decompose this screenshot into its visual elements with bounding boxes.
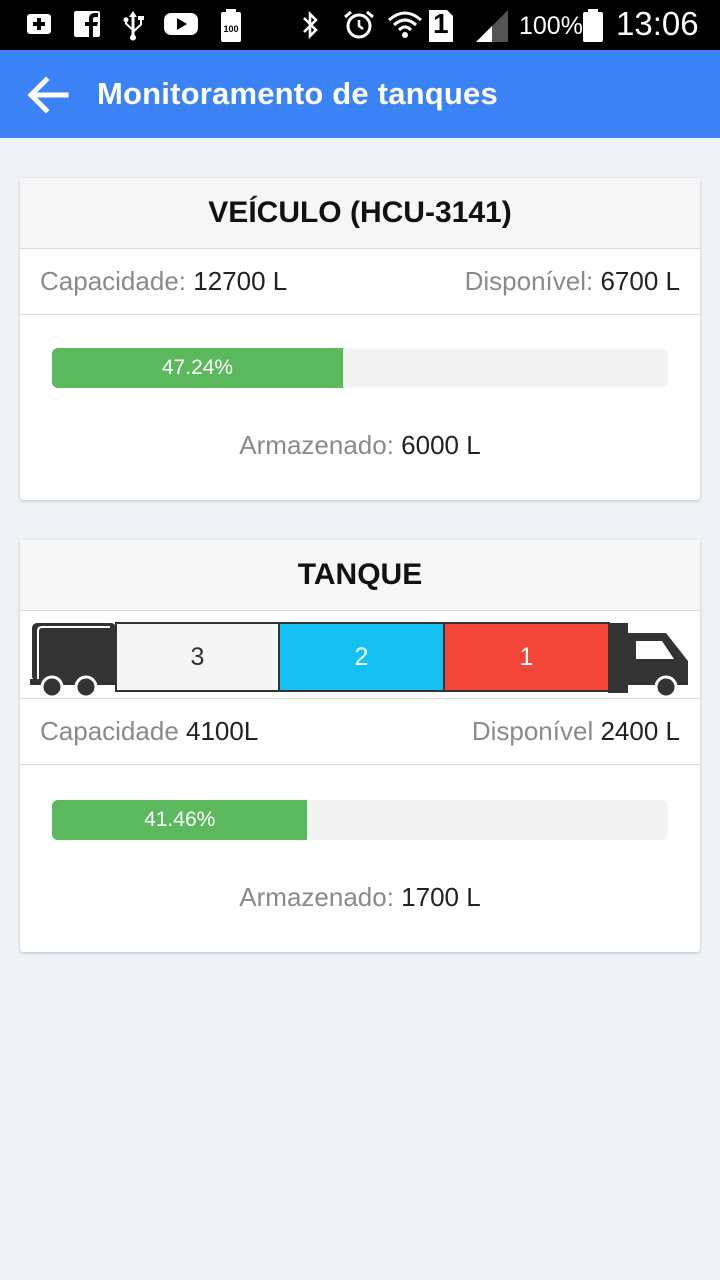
- capacity-value: 12700 L: [193, 266, 288, 296]
- available-label: Disponível:: [464, 266, 594, 296]
- app-bar: Monitoramento de tanques: [0, 50, 720, 138]
- wifi-icon: [387, 9, 423, 41]
- stored-label: Armazenado:: [239, 430, 394, 460]
- vehicle-progress-fill: 47.24%: [52, 348, 343, 388]
- svg-text:100: 100: [223, 24, 238, 34]
- vehicle-available: Disponível: 6700 L: [465, 266, 680, 297]
- compartment-label: 3: [190, 642, 205, 671]
- tank-stored: Armazenado: 1700 L: [20, 882, 700, 913]
- available-label: Disponível: [471, 716, 594, 746]
- truck-cab-icon: [608, 621, 692, 702]
- available-value: 2400 L: [600, 716, 680, 746]
- vehicle-card-title: VEÍCULO (HCU-3141): [20, 178, 700, 249]
- battery-percent: 100%: [519, 12, 583, 40]
- compartment-3[interactable]: 3: [115, 622, 280, 692]
- capacity-value: 4100L: [186, 716, 259, 746]
- alarm-icon: [342, 9, 376, 41]
- tank-progress-fill: 41.46%: [52, 800, 308, 840]
- compartment-2[interactable]: 2: [278, 622, 445, 692]
- truck-rear-icon: [30, 621, 116, 702]
- bluetooth-icon: [297, 9, 323, 41]
- vehicle-capacity: Capacidade: 12700 L: [40, 266, 287, 297]
- battery-icon: [582, 9, 604, 43]
- stored-value: 6000 L: [401, 430, 481, 460]
- add-box-icon: [24, 9, 54, 39]
- page-title: Monitoramento de tanques: [97, 76, 498, 111]
- usb-icon: [118, 9, 148, 41]
- vehicle-stored: Armazenado: 6000 L: [20, 430, 700, 461]
- capacity-label: Capacidade: [40, 716, 179, 746]
- tank-progress-bar: 41.46%: [52, 800, 668, 840]
- vehicle-progress-bar: 47.24%: [52, 348, 668, 388]
- clock: 13:06: [616, 5, 699, 42]
- vehicle-info-row: Capacidade: 12700 L Disponível: 6700 L: [20, 249, 700, 315]
- facebook-icon: [72, 9, 102, 39]
- tank-available: Disponível 2400 L: [472, 716, 680, 747]
- back-button[interactable]: [22, 70, 82, 120]
- capacity-label: Capacidade:: [40, 266, 186, 296]
- stored-value: 1700 L: [401, 882, 481, 912]
- battery-saver-icon: 100: [219, 9, 243, 43]
- compartment-1[interactable]: 1: [443, 622, 610, 692]
- signal-icon: [474, 9, 510, 43]
- stored-label: Armazenado:: [239, 882, 394, 912]
- tank-capacity: Capacidade 4100L: [40, 716, 258, 747]
- vehicle-card: VEÍCULO (HCU-3141) Capacidade: 12700 L D…: [20, 178, 700, 500]
- tank-card-title: TANQUE: [20, 540, 700, 611]
- available-value: 6700 L: [600, 266, 680, 296]
- compartment-label: 1: [519, 642, 534, 671]
- arrow-back-icon: [22, 76, 72, 124]
- tank-info-row: Capacidade 4100L Disponível 2400 L: [20, 699, 700, 765]
- sim-slot-number: 1: [433, 8, 449, 39]
- tank-card: TANQUE 3 2 1 Capacidade 4100L Disponível…: [20, 540, 700, 952]
- youtube-icon: [163, 9, 199, 39]
- compartment-label: 2: [354, 642, 369, 671]
- status-bar: 100 1 100% 13:06: [0, 0, 720, 50]
- tank-diagram: 3 2 1: [20, 611, 700, 699]
